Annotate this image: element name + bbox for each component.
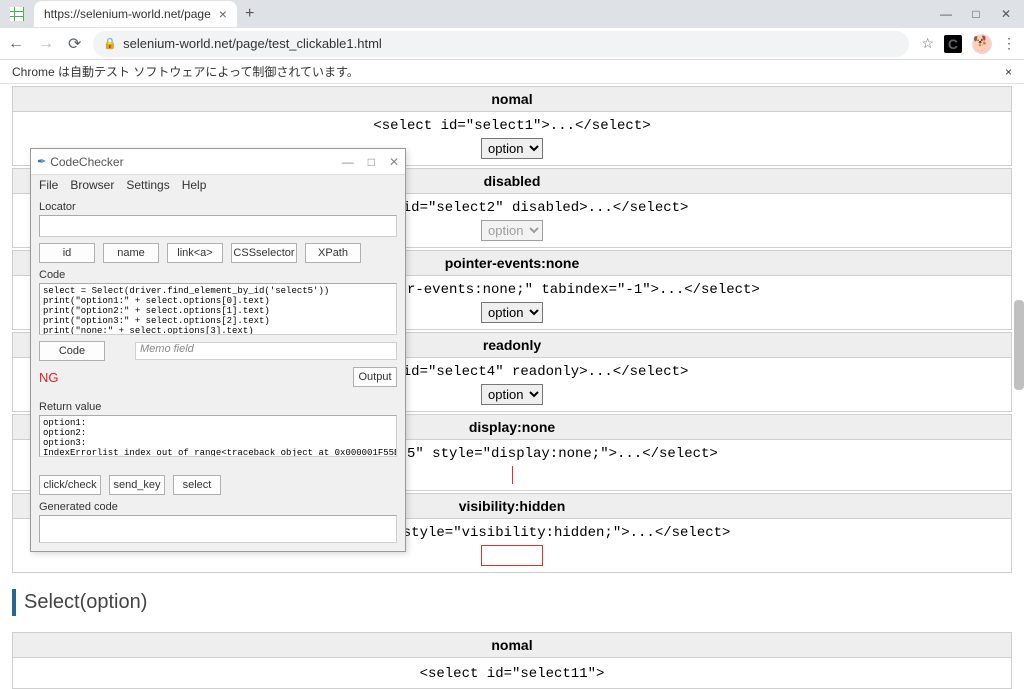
extension-icon[interactable]: C xyxy=(944,35,962,53)
browser-tab-strip: https://selenium-world.net/page × + — □ … xyxy=(0,0,1024,28)
id-button[interactable]: id xyxy=(39,243,95,263)
hidden-select-outline xyxy=(481,545,543,566)
window-controls: — □ ✕ xyxy=(940,7,1020,21)
codechecker-titlebar[interactable]: ✒ CodeChecker — □ ✕ xyxy=(31,149,405,175)
select-dropdown[interactable]: option1 xyxy=(481,302,543,323)
menu-icon[interactable]: ⋮ xyxy=(1002,35,1016,52)
scrollbar-thumb[interactable] xyxy=(1014,300,1024,390)
menu-file[interactable]: File xyxy=(39,178,58,192)
codechecker-menu: File Browser Settings Help xyxy=(31,175,405,195)
cssselector-button[interactable]: CSSselector xyxy=(231,243,297,263)
maximize-icon[interactable]: □ xyxy=(368,155,375,169)
select-button[interactable]: select xyxy=(173,475,221,495)
return-label: Return value xyxy=(39,401,397,413)
section-body: <select id="select11"> xyxy=(12,658,1012,689)
profile-avatar[interactable]: 🐕 xyxy=(972,34,992,54)
code-snippet: <select id="select1">...</select> xyxy=(13,118,1011,134)
forward-icon[interactable]: → xyxy=(38,35,54,53)
close-icon[interactable]: × xyxy=(219,6,227,22)
menu-settings[interactable]: Settings xyxy=(126,178,169,192)
click-button[interactable]: click/check xyxy=(39,475,101,495)
sendkey-button[interactable]: send_key xyxy=(109,475,165,495)
menu-help[interactable]: Help xyxy=(182,178,207,192)
close-icon[interactable]: ✕ xyxy=(389,155,399,169)
memo-input[interactable]: Memo field xyxy=(135,342,397,360)
link-button[interactable]: link<a> xyxy=(167,243,223,263)
code-label: Code xyxy=(39,269,397,281)
browser-toolbar: ← → ⟳ 🔒 selenium-world.net/page/test_cli… xyxy=(0,28,1024,60)
select-dropdown[interactable]: option1 xyxy=(481,384,543,405)
select-dropdown: option1 xyxy=(481,220,543,241)
code-button[interactable]: Code xyxy=(39,341,105,361)
locator-input[interactable] xyxy=(39,215,397,237)
tab-title: https://selenium-world.net/page xyxy=(44,7,211,21)
reload-icon[interactable]: ⟳ xyxy=(68,34,81,54)
output-button[interactable]: Output xyxy=(353,367,397,387)
code-snippet: <select id="select11"> xyxy=(420,666,605,682)
bookmark-icon[interactable]: ☆ xyxy=(921,35,934,52)
window-title: CodeChecker xyxy=(50,155,123,169)
code-textarea[interactable]: select = Select(driver.find_element_by_i… xyxy=(39,283,397,335)
close-icon[interactable]: × xyxy=(1005,65,1012,79)
generated-label: Generated code xyxy=(39,501,397,513)
generated-textarea[interactable] xyxy=(39,515,397,543)
section-header: nomal xyxy=(12,632,1012,658)
new-tab-button[interactable]: + xyxy=(245,5,254,23)
section-heading: Select(option) xyxy=(12,589,1012,616)
automation-info-bar: Chrome は自動テスト ソフトウェアによって制御されています。 × xyxy=(0,60,1024,84)
display-none-marker xyxy=(512,466,513,484)
info-text: Chrome は自動テスト ソフトウェアによって制御されています。 xyxy=(12,63,359,80)
back-icon[interactable]: ← xyxy=(8,35,24,53)
select-dropdown[interactable]: option1 xyxy=(481,138,543,159)
minimize-icon[interactable]: — xyxy=(342,155,354,169)
maximize-icon[interactable]: □ xyxy=(970,7,982,21)
lock-icon: 🔒 xyxy=(103,37,117,50)
close-icon[interactable]: ✕ xyxy=(1000,7,1012,21)
app-icon: ✒ xyxy=(37,155,46,168)
status-text: NG xyxy=(39,370,59,385)
return-textarea[interactable]: option1: option2: option3: IndexErrorlis… xyxy=(39,415,397,457)
address-bar[interactable]: 🔒 selenium-world.net/page/test_clickable… xyxy=(93,31,909,57)
section-header: nomal xyxy=(12,86,1012,112)
name-button[interactable]: name xyxy=(103,243,159,263)
minimize-icon[interactable]: — xyxy=(940,7,952,21)
locator-label: Locator xyxy=(39,201,397,213)
browser-tab[interactable]: https://selenium-world.net/page × xyxy=(34,1,237,27)
codechecker-window: ✒ CodeChecker — □ ✕ File Browser Setting… xyxy=(30,148,406,552)
xpath-button[interactable]: XPath xyxy=(305,243,361,263)
menu-browser[interactable]: Browser xyxy=(70,178,114,192)
apps-icon[interactable] xyxy=(10,7,24,21)
url-text: selenium-world.net/page/test_clickable1.… xyxy=(123,36,382,51)
